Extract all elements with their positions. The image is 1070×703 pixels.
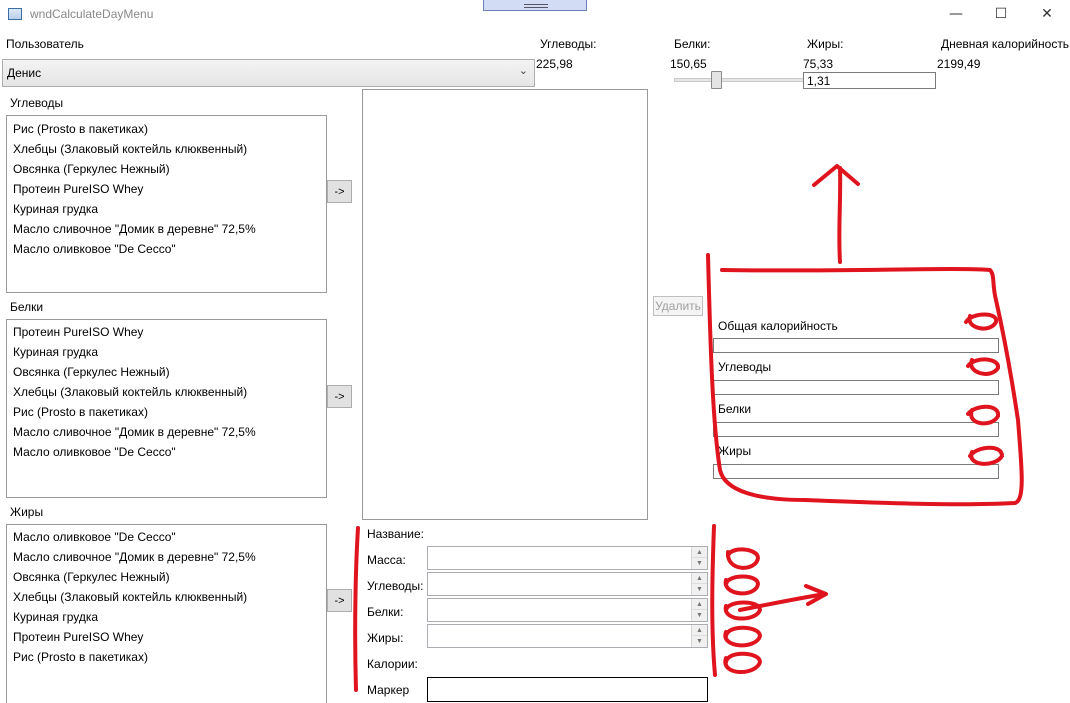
window-title: wndCalculateDayMenu bbox=[30, 7, 154, 21]
fat-listbox[interactable]: Масло оливковое "De Cecco" Масло сливочно… bbox=[6, 524, 327, 703]
coefficient-slider-thumb[interactable] bbox=[710, 71, 722, 89]
form-calories-label: Калории: bbox=[367, 657, 418, 671]
list-item[interactable]: Куриная грудка bbox=[7, 607, 326, 627]
total-calories-label: Общая калорийность bbox=[718, 319, 838, 333]
summary-fat-field bbox=[713, 464, 999, 479]
mass-down-icon[interactable]: ▼ bbox=[692, 558, 707, 569]
drag-handle[interactable] bbox=[483, 0, 587, 11]
chevron-down-icon: ⌄ bbox=[518, 65, 528, 77]
selected-products-listbox[interactable] bbox=[362, 89, 648, 520]
protein-stepper[interactable]: ▲ ▼ bbox=[427, 598, 708, 622]
list-item[interactable]: Хлебцы (Злаковый коктейль клюквенный) bbox=[7, 587, 326, 607]
list-item[interactable]: Масло сливочное "Домик в деревне" 72,5% bbox=[7, 219, 326, 239]
maximize-button[interactable]: ☐ bbox=[978, 0, 1024, 28]
list-item[interactable]: Протеин PureISO Whey bbox=[7, 627, 326, 647]
mass-up-icon[interactable]: ▲ bbox=[692, 547, 707, 558]
carbs-down-icon[interactable]: ▼ bbox=[692, 584, 707, 595]
close-button[interactable]: ✕ bbox=[1024, 0, 1070, 28]
app-icon bbox=[8, 8, 22, 20]
carbs-listbox[interactable]: Рис (Prosto в пакетиках) Хлебцы (Злаковый… bbox=[6, 115, 327, 293]
fat-stepper[interactable]: ▲ ▼ bbox=[427, 624, 708, 648]
list-item[interactable]: Масло сливочное "Домик в деревне" 72,5% bbox=[7, 547, 326, 567]
name-label: Название: bbox=[367, 527, 424, 541]
summary-carbs-field bbox=[713, 380, 999, 395]
form-carbs-label: Углеводы: bbox=[367, 579, 424, 593]
marker-label: Маркер bbox=[367, 683, 410, 697]
coefficient-input-value: 1,31 bbox=[807, 74, 831, 88]
summary-carbs-label: Углеводы bbox=[718, 360, 772, 374]
carbs-up-icon[interactable]: ▲ bbox=[692, 573, 707, 584]
marker-input[interactable] bbox=[427, 677, 708, 702]
list-item[interactable]: Масло оливковое "De Cecco" bbox=[7, 527, 326, 547]
total-calories-field bbox=[713, 338, 999, 353]
summary-fat-label: Жиры bbox=[718, 444, 752, 458]
daily-calories-value: 2199,49 bbox=[937, 57, 981, 71]
user-selected-value: Денис bbox=[7, 66, 42, 80]
list-item[interactable]: Масло оливковое "De Cecco" bbox=[7, 442, 326, 462]
list-item[interactable]: Куриная грудка bbox=[7, 342, 326, 362]
carbs-stepper[interactable]: ▲ ▼ bbox=[427, 572, 708, 596]
carbs-header-value: 225,98 bbox=[536, 57, 573, 71]
list-item[interactable]: Масло сливочное "Домик в деревне" 72,5% bbox=[7, 422, 326, 442]
fat-list-label: Жиры bbox=[10, 505, 44, 519]
mass-label: Масса: bbox=[367, 553, 406, 567]
summary-protein-field bbox=[713, 422, 999, 437]
title-bar: wndCalculateDayMenu — ☐ ✕ bbox=[0, 0, 1070, 30]
protein-header-label: Белки: bbox=[674, 37, 711, 51]
daily-calories-label: Дневная калорийность bbox=[941, 37, 1070, 51]
list-item[interactable]: Овсянка (Геркулес Нежный) bbox=[7, 159, 326, 179]
form-protein-label: Белки: bbox=[367, 605, 404, 619]
list-item[interactable]: Рис (Prosto в пакетиках) bbox=[7, 402, 326, 422]
protein-down-icon[interactable]: ▼ bbox=[692, 610, 707, 621]
fat-header-label: Жиры: bbox=[807, 37, 844, 51]
add-fat-button[interactable]: -> bbox=[327, 589, 352, 612]
user-combobox[interactable]: Денис ⌄ bbox=[2, 59, 535, 87]
protein-header-value: 150,65 bbox=[670, 57, 707, 71]
protein-list-label: Белки bbox=[10, 300, 44, 314]
user-label: Пользователь bbox=[6, 37, 84, 51]
list-item[interactable]: Рис (Prosto в пакетиках) bbox=[7, 647, 326, 667]
list-item[interactable]: Куриная грудка bbox=[7, 199, 326, 219]
fat-header-value: 75,33 bbox=[803, 57, 834, 71]
carbs-header-label: Углеводы: bbox=[540, 37, 597, 51]
list-item[interactable]: Овсянка (Геркулес Нежный) bbox=[7, 567, 326, 587]
carbs-list-label: Углеводы bbox=[10, 96, 64, 110]
list-item[interactable]: Хлебцы (Злаковый коктейль клюквенный) bbox=[7, 139, 326, 159]
list-item[interactable]: Масло оливковое "De Cecco" bbox=[7, 239, 326, 259]
protein-up-icon[interactable]: ▲ bbox=[692, 599, 707, 610]
list-item[interactable]: Овсянка (Геркулес Нежный) bbox=[7, 362, 326, 382]
form-fat-label: Жиры: bbox=[367, 631, 404, 645]
protein-listbox[interactable]: Протеин PureISO Whey Куриная грудка Овсянк… bbox=[6, 319, 327, 498]
list-item[interactable]: Рис (Prosto в пакетиках) bbox=[7, 119, 326, 139]
minimize-button[interactable]: — bbox=[933, 0, 979, 28]
mass-stepper[interactable]: ▲ ▼ bbox=[427, 546, 708, 570]
list-item[interactable]: Протеин PureISO Whey bbox=[7, 179, 326, 199]
add-protein-button[interactable]: -> bbox=[327, 385, 352, 408]
add-carbs-button[interactable]: -> bbox=[327, 180, 352, 203]
delete-button[interactable]: Удалить bbox=[653, 296, 703, 316]
list-item[interactable]: Протеин PureISO Whey bbox=[7, 322, 326, 342]
list-item[interactable]: Хлебцы (Злаковый коктейль клюквенный) bbox=[7, 382, 326, 402]
fat-up-icon[interactable]: ▲ bbox=[692, 625, 707, 636]
coefficient-input[interactable]: 1,31 bbox=[803, 72, 936, 89]
fat-down-icon[interactable]: ▼ bbox=[692, 636, 707, 647]
summary-protein-label: Белки bbox=[718, 402, 752, 416]
